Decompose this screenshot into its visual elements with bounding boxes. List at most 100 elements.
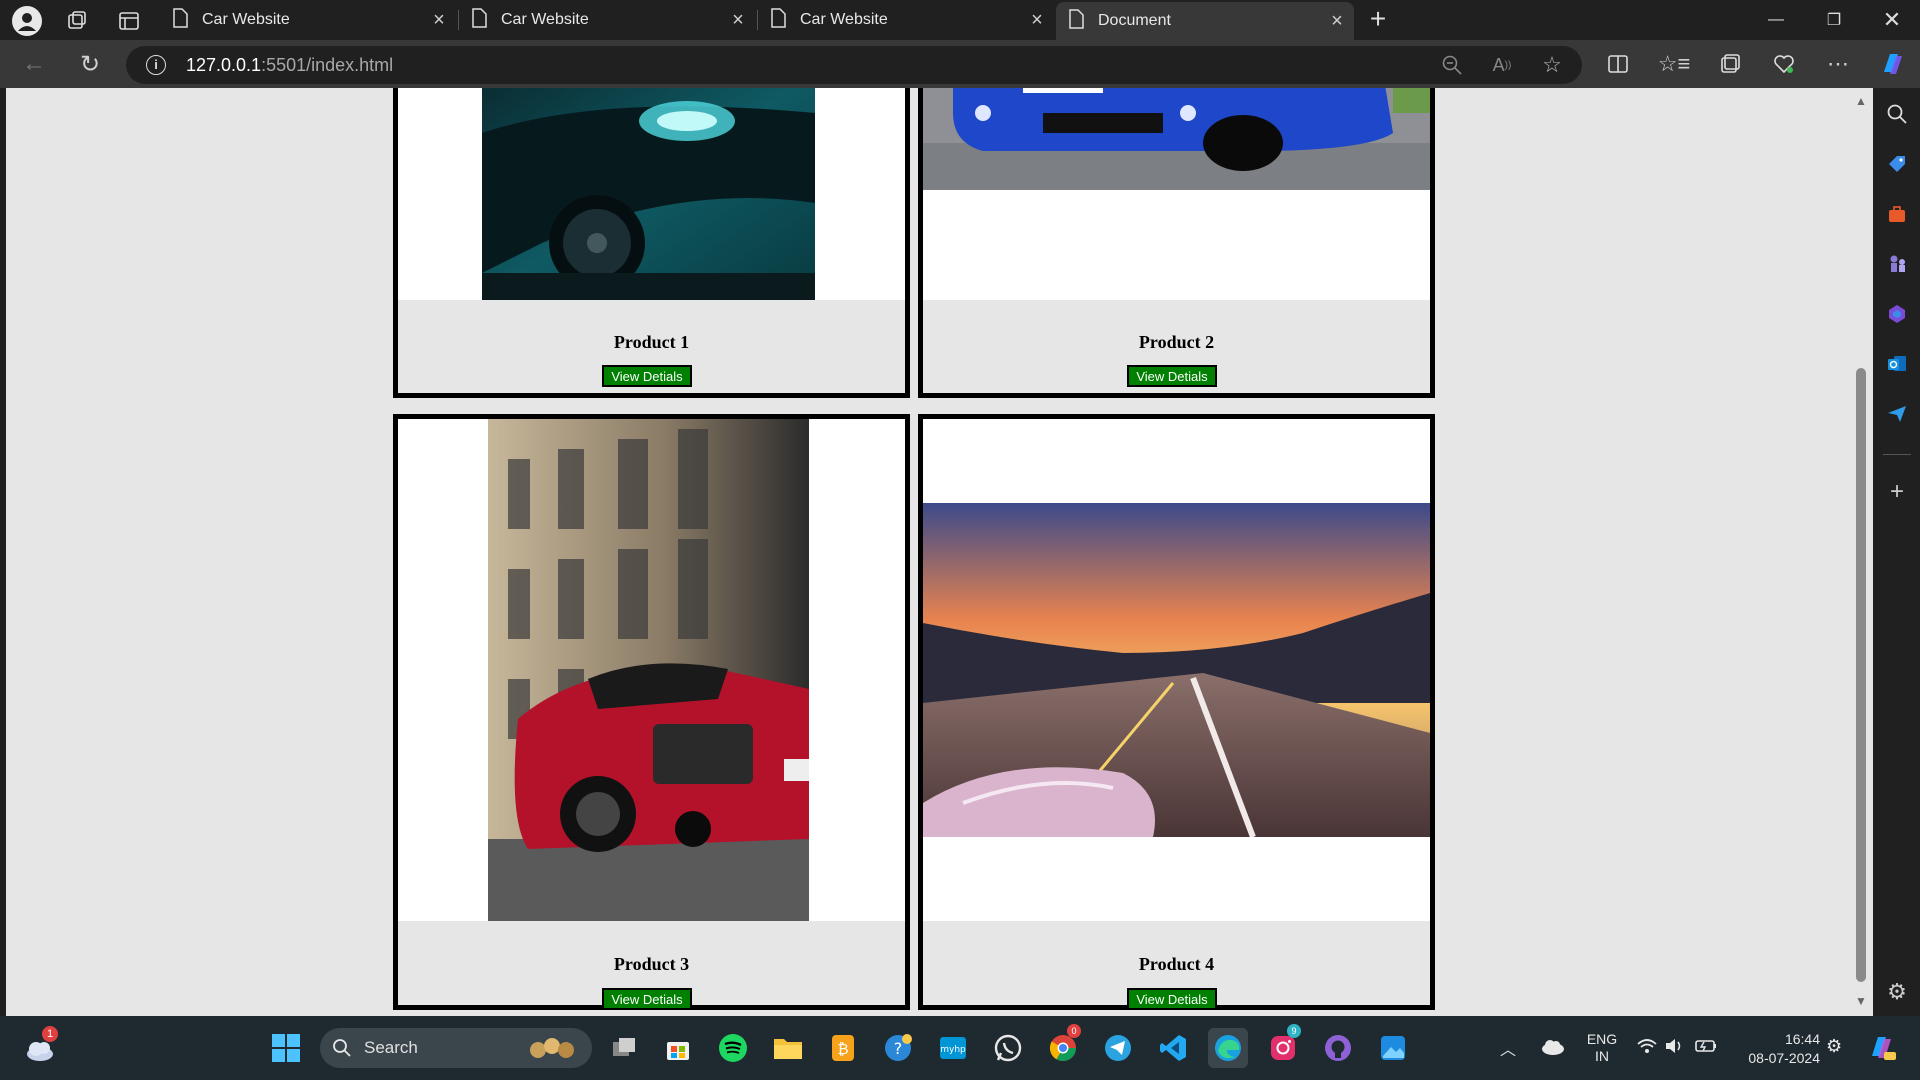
clock-time: 16:44 [1784, 1031, 1820, 1047]
minimize-icon[interactable]: — [1748, 0, 1804, 40]
get-help-icon[interactable]: ? [878, 1028, 918, 1068]
tab-title: Car Website [501, 11, 589, 28]
close-window-icon[interactable]: ✕ [1864, 0, 1920, 40]
weather-widget-icon[interactable]: 1 [20, 1026, 60, 1068]
outlook-icon[interactable] [1879, 346, 1915, 382]
close-tab-icon[interactable]: × [1320, 10, 1354, 33]
read-aloud-icon[interactable]: A)) [1484, 47, 1520, 83]
file-explorer-icon[interactable] [768, 1028, 808, 1068]
taskbar-search-box[interactable]: Search [320, 1028, 592, 1068]
collections-icon[interactable] [1712, 46, 1748, 82]
spotify-icon[interactable] [713, 1028, 753, 1068]
split-screen-icon[interactable] [1600, 46, 1636, 82]
show-hidden-icons-chevron-icon[interactable]: ︿ [1500, 1036, 1516, 1060]
battery-icon[interactable] [1694, 1036, 1718, 1061]
browser-essentials-icon[interactable] [1766, 46, 1802, 82]
document-icon [770, 7, 786, 33]
zoom-out-icon[interactable] [1434, 47, 1470, 83]
svg-text:myhp: myhp [940, 1045, 966, 1055]
copilot-taskbar-icon[interactable] [1866, 1032, 1896, 1067]
clock-date: 08-07-2024 [1748, 1050, 1820, 1066]
games-chess-icon[interactable] [1879, 246, 1915, 282]
product-4-road-image [923, 503, 1430, 837]
tab-car-website-1[interactable]: Car Website × [160, 0, 456, 40]
browser-toolbar: ← ↻ i 127.0.0.1:5501/index.html A)) ☆ ☆≡… [0, 40, 1920, 88]
sidebar-settings-icon[interactable]: ⚙ [1879, 974, 1915, 1010]
tab-document[interactable]: Document × [1056, 2, 1354, 40]
url-text[interactable]: 127.0.0.1:5501/index.html [186, 55, 393, 76]
language-indicator[interactable]: ENG IN [1582, 1031, 1622, 1065]
focus-assist-icon[interactable]: ⚙ [1826, 1036, 1842, 1057]
close-tab-icon[interactable]: × [1020, 9, 1054, 32]
sidebar-divider [1883, 454, 1911, 455]
document-icon [471, 7, 487, 33]
clock[interactable]: 16:44 08-07-2024 [1730, 1030, 1820, 1068]
product-name: Product 1 [613, 332, 690, 352]
view-details-button[interactable]: View Detials [602, 365, 692, 387]
tab-car-website-3[interactable]: Car Website × [758, 0, 1054, 40]
product-card-2: Product 2 View Detials [918, 88, 1435, 398]
view-details-button[interactable]: View Detials [602, 988, 692, 1010]
microsoft-store-icon[interactable] [658, 1028, 698, 1068]
tab-title: Car Website [202, 11, 290, 28]
url-host: 127.0.0.1 [186, 55, 262, 75]
wifi-icon[interactable] [1636, 1036, 1658, 1061]
back-icon[interactable]: ← [16, 46, 52, 82]
myhp-icon[interactable]: myhp [933, 1028, 973, 1068]
product-name: Product 3 [613, 954, 690, 974]
tools-briefcase-icon[interactable] [1879, 196, 1915, 232]
chrome-icon[interactable]: 0 [1043, 1024, 1083, 1068]
svg-text:₿: ₿ [837, 1040, 848, 1058]
view-details-button[interactable]: View Detials [1127, 988, 1217, 1010]
page-viewport: Product 1 View Detials Product 2 View De… [6, 88, 1849, 1016]
close-tab-icon[interactable]: × [422, 9, 456, 32]
refresh-icon[interactable]: ↻ [72, 46, 108, 82]
scroll-down-arrow-icon[interactable]: ▼ [1855, 994, 1867, 1008]
scroll-up-arrow-icon[interactable]: ▲ [1855, 94, 1867, 108]
site-info-icon[interactable]: i [146, 55, 166, 75]
favorites-icon[interactable]: ☆≡ [1656, 46, 1692, 82]
page-scrollbar[interactable]: ▲ ▼ [1849, 88, 1873, 1016]
chrome-badge: 0 [1067, 1024, 1081, 1038]
vertical-tabs-icon[interactable] [116, 8, 142, 34]
github-icon[interactable] [1318, 1028, 1358, 1068]
task-view-icon[interactable] [604, 1028, 644, 1068]
favorite-star-icon[interactable]: ☆ [1534, 47, 1570, 83]
address-bar[interactable]: i 127.0.0.1:5501/index.html A)) ☆ [126, 46, 1582, 84]
sidebar-search-icon[interactable] [1879, 96, 1915, 132]
product-name: Product 4 [1138, 954, 1215, 974]
new-tab-icon[interactable]: + [1362, 4, 1394, 36]
photos-icon[interactable] [1373, 1028, 1413, 1068]
copilot-icon[interactable] [1874, 46, 1910, 82]
edge-icon[interactable] [1208, 1028, 1248, 1068]
volume-icon[interactable] [1664, 1036, 1684, 1061]
windows-start-icon[interactable] [266, 1028, 306, 1068]
profile-avatar-icon[interactable] [12, 6, 42, 36]
close-tab-icon[interactable]: × [721, 9, 755, 32]
whatsapp-icon[interactable] [988, 1028, 1028, 1068]
shopping-tag-icon[interactable] [1879, 146, 1915, 182]
scrollbar-thumb[interactable] [1856, 368, 1866, 982]
instagram-icon[interactable]: 9 [1263, 1024, 1303, 1068]
title-bar: Car Website × Car Website × Car Website … [0, 0, 1920, 40]
bitcoin-app-icon[interactable]: ₿ [823, 1028, 863, 1068]
product-image-area [923, 88, 1430, 300]
product-card-4: Product 4 View Detials [918, 414, 1435, 1010]
product-image-area [398, 419, 905, 921]
onedrive-cloud-icon[interactable] [1540, 1036, 1566, 1061]
more-options-icon[interactable]: ⋯ [1820, 46, 1856, 82]
search-label: Search [364, 1038, 418, 1057]
tab-car-website-2[interactable]: Car Website × [459, 0, 755, 40]
product-2-car-image [923, 88, 1430, 190]
send-icon[interactable] [1879, 396, 1915, 432]
restore-icon[interactable]: ❐ [1806, 0, 1862, 40]
workspaces-icon[interactable] [64, 8, 90, 34]
telegram-icon[interactable] [1098, 1028, 1138, 1068]
vscode-icon[interactable] [1153, 1028, 1193, 1068]
product-card-1: Product 1 View Detials [393, 88, 910, 398]
microsoft-365-icon[interactable] [1879, 296, 1915, 332]
add-sidebar-app-icon[interactable]: + [1879, 474, 1915, 510]
view-details-button[interactable]: View Detials [1127, 365, 1217, 387]
product-3-car-image [488, 419, 809, 921]
product-image-area [398, 88, 905, 300]
